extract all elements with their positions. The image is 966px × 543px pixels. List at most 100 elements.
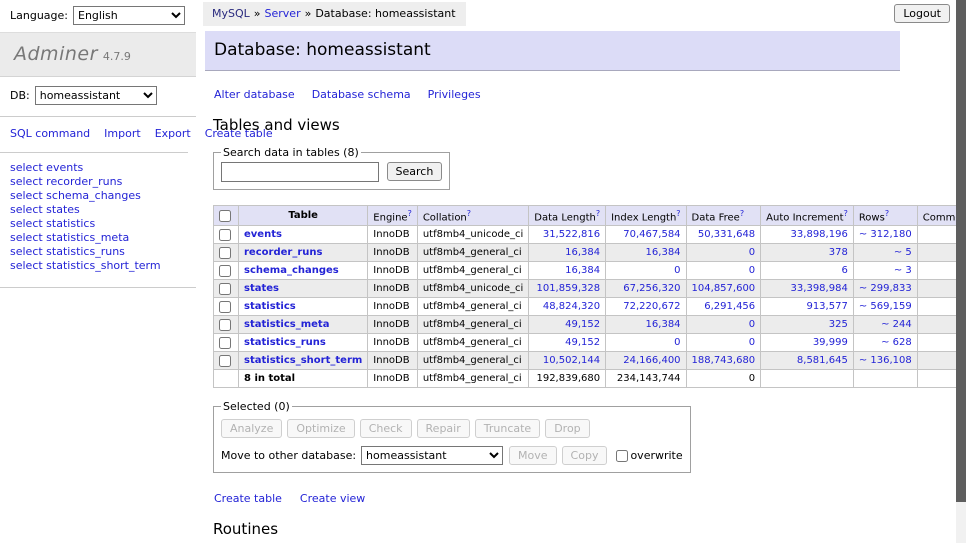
sidebar-select-link[interactable]: select schema_changes (10, 190, 188, 203)
row-checkbox[interactable] (219, 301, 231, 313)
data-length-link[interactable]: 49,152 (565, 319, 600, 330)
sidebar-select-link[interactable]: select statistics_meta (10, 232, 188, 245)
data-free-link[interactable]: 0 (749, 265, 755, 276)
sidebar-command-link[interactable]: SQL command (10, 127, 90, 140)
data-free-link[interactable]: 6,291,456 (704, 301, 755, 312)
column-help-link[interactable]: ? (885, 209, 889, 218)
selected-action-button[interactable]: Optimize (287, 419, 354, 438)
data-length-link[interactable]: 16,384 (565, 265, 600, 276)
column-help-link[interactable]: ? (408, 209, 412, 218)
rows-link[interactable]: ~ 628 (881, 337, 912, 348)
selected-action-button[interactable]: Truncate (475, 419, 540, 438)
sidebar-select-link[interactable]: select statistics_short_term (10, 260, 188, 273)
sidebar-select-link[interactable]: select statistics_runs (10, 246, 188, 259)
table-name-link[interactable]: states (244, 283, 279, 294)
auto-increment-link[interactable]: 33,398,984 (791, 283, 848, 294)
selected-action-button[interactable]: Analyze (221, 419, 282, 438)
auto-increment-cell: 8,581,645 (761, 352, 854, 370)
column-help-link[interactable]: ? (596, 209, 600, 218)
rows-link[interactable]: ~ 299,833 (859, 283, 912, 294)
row-checkbox[interactable] (219, 355, 231, 367)
data-length-link[interactable]: 48,824,320 (543, 301, 600, 312)
index-length-link[interactable]: 72,220,672 (623, 301, 680, 312)
sidebar-command-link[interactable]: Import (104, 127, 141, 140)
search-button[interactable]: Search (387, 162, 443, 181)
select-all-checkbox[interactable] (219, 210, 231, 222)
selected-action-button[interactable]: Drop (545, 419, 589, 438)
rows-link[interactable]: ~ 3 (894, 265, 912, 276)
index-length-link[interactable]: 16,384 (646, 247, 681, 258)
row-checkbox[interactable] (219, 283, 231, 295)
sidebar-command-link[interactable]: Export (155, 127, 191, 140)
table-name-link[interactable]: statistics_meta (244, 319, 329, 330)
database-action-link[interactable]: Privileges (428, 88, 481, 101)
create-link[interactable]: Create table (214, 492, 282, 505)
table-name-link[interactable]: statistics (244, 301, 296, 312)
table-name-link[interactable]: recorder_runs (244, 247, 322, 258)
auto-increment-link[interactable]: 39,999 (813, 337, 848, 348)
auto-increment-link[interactable]: 6 (841, 265, 847, 276)
db-select[interactable]: homeassistant (35, 86, 157, 105)
column-help-link[interactable]: ? (676, 209, 680, 218)
rows-link[interactable]: ~ 5 (894, 247, 912, 258)
language-select[interactable]: English (73, 6, 185, 25)
index-length-link[interactable]: 0 (674, 337, 680, 348)
rows-link[interactable]: ~ 136,108 (859, 355, 912, 366)
table-name-link[interactable]: statistics_short_term (244, 355, 362, 366)
data-free-link[interactable]: 0 (749, 247, 755, 258)
move-action-button[interactable]: Copy (562, 446, 608, 465)
rows-link[interactable]: ~ 244 (881, 319, 912, 330)
index-length-link[interactable]: 16,384 (646, 319, 681, 330)
sidebar-select-link[interactable]: select states (10, 204, 188, 217)
table-name-link[interactable]: events (244, 229, 282, 240)
total-label-cell: 8 in total (239, 370, 368, 388)
row-checkbox[interactable] (219, 337, 231, 349)
data-free-link[interactable]: 0 (749, 319, 755, 330)
selected-action-button[interactable]: Check (360, 419, 412, 438)
rows-cell: ~ 312,180 (853, 226, 917, 244)
move-action-button[interactable]: Move (509, 446, 557, 465)
index-length-link[interactable]: 24,166,400 (623, 355, 680, 366)
data-length-link[interactable]: 101,859,328 (536, 283, 600, 294)
sidebar-select-link[interactable]: select statistics (10, 218, 188, 231)
rows-link[interactable]: ~ 569,159 (859, 301, 912, 312)
index-length-link[interactable]: 70,467,584 (623, 229, 680, 240)
data-free-link[interactable]: 104,857,600 (692, 283, 756, 294)
row-checkbox[interactable] (219, 265, 231, 277)
auto-increment-link[interactable]: 378 (829, 247, 848, 258)
table-name-link[interactable]: statistics_runs (244, 337, 326, 348)
create-link[interactable]: Create view (300, 492, 365, 505)
search-input[interactable] (221, 162, 379, 182)
overwrite-checkbox[interactable] (616, 450, 628, 462)
data-length-link[interactable]: 49,152 (565, 337, 600, 348)
database-action-link[interactable]: Database schema (312, 88, 411, 101)
rows-link[interactable]: ~ 312,180 (859, 229, 912, 240)
column-help-link[interactable]: ? (467, 209, 471, 218)
data-free-link[interactable]: 0 (749, 337, 755, 348)
column-help-link[interactable]: ? (740, 209, 744, 218)
table-name-link[interactable]: schema_changes (244, 265, 339, 276)
auto-increment-link[interactable]: 8,581,645 (797, 355, 848, 366)
selected-action-button[interactable]: Repair (417, 419, 470, 438)
data-length-link[interactable]: 16,384 (565, 247, 600, 258)
database-action-link[interactable]: Alter database (214, 88, 295, 101)
sidebar-select-link[interactable]: select events (10, 162, 188, 175)
row-checkbox[interactable] (219, 229, 231, 241)
sidebar-select-link[interactable]: select recorder_runs (10, 176, 188, 189)
index-length-link[interactable]: 0 (674, 265, 680, 276)
row-checkbox[interactable] (219, 247, 231, 259)
move-database-select[interactable]: homeassistant (361, 446, 503, 465)
data-length-link[interactable]: 31,522,816 (543, 229, 600, 240)
auto-increment-link[interactable]: 913,577 (806, 301, 847, 312)
scrollbar-thumb[interactable] (956, 0, 966, 502)
data-length-cell: 49,152 (529, 334, 606, 352)
auto-increment-link[interactable]: 325 (829, 319, 848, 330)
index-length-link[interactable]: 67,256,320 (623, 283, 680, 294)
data-length-link[interactable]: 10,502,144 (543, 355, 600, 366)
column-help-link[interactable]: ? (844, 209, 848, 218)
auto-increment-link[interactable]: 33,898,196 (791, 229, 848, 240)
data-free-link[interactable]: 50,331,648 (698, 229, 755, 240)
data-length-cell: 10,502,144 (529, 352, 606, 370)
row-checkbox[interactable] (219, 319, 231, 331)
data-free-link[interactable]: 188,743,680 (692, 355, 756, 366)
